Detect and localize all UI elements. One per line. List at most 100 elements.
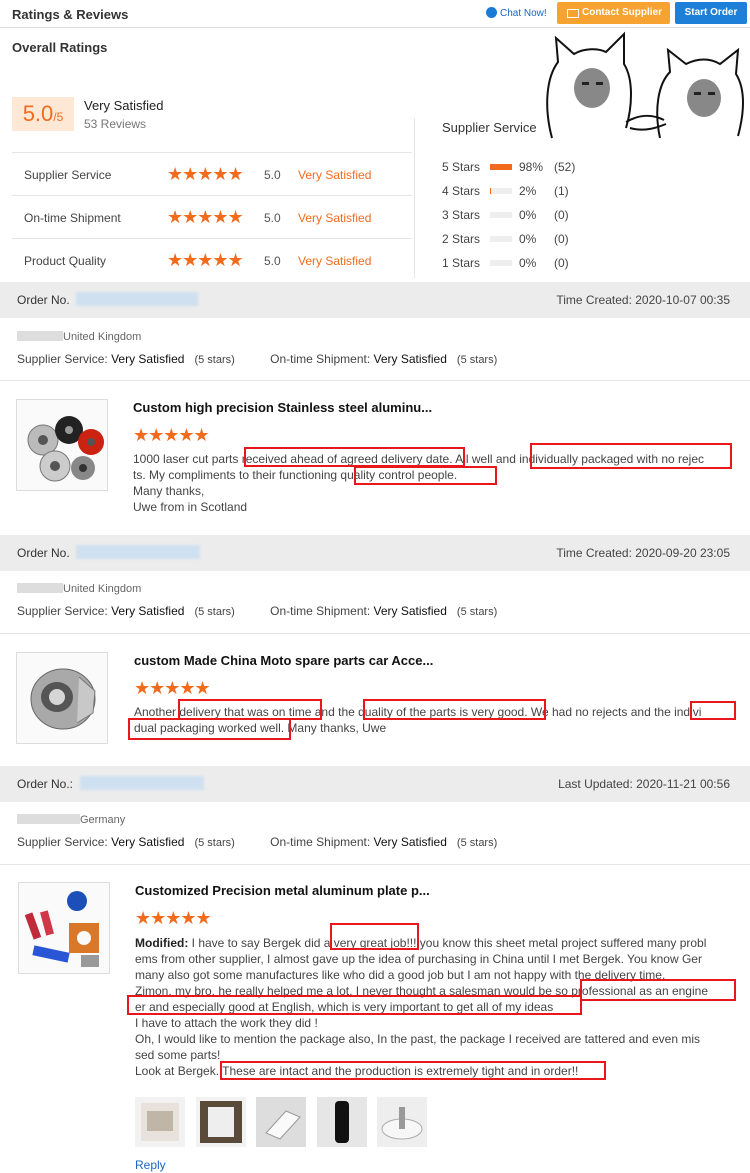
dist-count: (0) bbox=[554, 208, 569, 222]
product-image[interactable] bbox=[18, 882, 110, 974]
contact-supplier-label: Contact Supplier bbox=[581, 7, 662, 18]
supplier-service-value: Very Satisfied bbox=[111, 835, 185, 849]
start-order-button[interactable]: Start Order bbox=[675, 2, 747, 24]
supplier-service-value: Very Satisfied bbox=[111, 604, 185, 618]
dist-count: (0) bbox=[554, 232, 569, 246]
score-max: /5 bbox=[53, 110, 64, 124]
redacted-name bbox=[17, 583, 63, 593]
distribution-row-3[interactable]: 3 Stars 0% (0) bbox=[442, 208, 642, 232]
dist-label: 1 Stars bbox=[442, 256, 481, 270]
dist-count: (52) bbox=[554, 160, 576, 174]
dist-label: 3 Stars bbox=[442, 208, 481, 222]
score-value: 5.0 bbox=[22, 101, 54, 126]
product-title-link[interactable]: custom Made China Moto spare parts car A… bbox=[134, 653, 433, 668]
rating-text: Very Satisfied bbox=[298, 168, 372, 182]
photo-icon bbox=[377, 1097, 427, 1147]
star-distribution: 5 Stars 98% (52) 4 Stars 2% (1) 3 Stars 0% (0)… bbox=[442, 160, 642, 280]
review-text-first-line: I have to say Bergek did a very great jo… bbox=[188, 936, 707, 950]
distribution-row-2[interactable]: 2 Stars 0% (0) bbox=[442, 232, 642, 256]
rating-value: 5.0 bbox=[264, 168, 281, 182]
product-title-link[interactable]: Custom high precision Stainless steel al… bbox=[133, 400, 432, 415]
highlight-box bbox=[363, 699, 546, 720]
dist-percent: 0% bbox=[519, 256, 537, 270]
shipment-stars: (5 stars) bbox=[456, 354, 498, 366]
order-number-label: Order No. bbox=[17, 293, 70, 307]
dist-bar bbox=[490, 188, 512, 194]
rating-label: On-time Shipment bbox=[24, 211, 121, 225]
dist-percent: 0% bbox=[519, 232, 537, 246]
highlight-box bbox=[244, 447, 465, 467]
review-scores: Supplier Service: Very Satisfied (5 star… bbox=[17, 352, 497, 366]
dist-count: (0) bbox=[554, 256, 569, 270]
product-image[interactable] bbox=[16, 399, 108, 491]
review-photo-thumbnail[interactable] bbox=[196, 1097, 246, 1147]
shipment-value: Very Satisfied bbox=[373, 352, 447, 366]
review-scores: Supplier Service: Very Satisfied (5 star… bbox=[17, 604, 497, 618]
wheels-picture bbox=[27, 416, 104, 482]
photo-icon bbox=[256, 1097, 306, 1147]
review-photo-thumbnail[interactable] bbox=[377, 1097, 427, 1147]
divider bbox=[0, 633, 750, 634]
order-number-label: Order No. bbox=[17, 546, 70, 560]
review-text-rest: ems from other supplier, I almost gave u… bbox=[135, 952, 708, 1078]
order-bar: Order No.: Last Updated: 2020-11-21 00:5… bbox=[0, 766, 750, 802]
product-title-link[interactable]: Customized Precision metal aluminum plat… bbox=[135, 883, 430, 898]
reviewer-country: United Kingdom bbox=[17, 331, 141, 343]
dist-bar bbox=[490, 260, 512, 266]
country-name: United Kingdom bbox=[63, 583, 142, 595]
redacted-order-number bbox=[76, 545, 200, 559]
rating-text: Very Satisfied bbox=[298, 254, 372, 268]
supplier-service-stars: (5 stars) bbox=[194, 837, 235, 849]
star-rating: ★★★★★ bbox=[167, 250, 244, 270]
shipment-label: On-time Shipment: bbox=[270, 835, 371, 849]
country-name: Germany bbox=[80, 814, 126, 826]
rating-value: 5.0 bbox=[264, 211, 281, 225]
modified-label: Modified: bbox=[135, 936, 189, 950]
shipment-value: Very Satisfied bbox=[373, 835, 447, 849]
highlight-box bbox=[354, 466, 497, 485]
handshake-meme-image bbox=[546, 31, 744, 139]
mail-icon bbox=[567, 9, 579, 18]
dist-percent: 2% bbox=[519, 184, 537, 198]
divider bbox=[414, 118, 415, 278]
rating-row-on-time-shipment: On-time Shipment ★★★★★ 5.0 Very Satisfie… bbox=[12, 196, 412, 239]
rating-label: Product Quality bbox=[24, 254, 107, 268]
aluminum-plates-picture bbox=[24, 891, 99, 967]
product-image[interactable] bbox=[16, 652, 108, 744]
shipment-stars: (5 stars) bbox=[456, 837, 498, 849]
reply-link[interactable]: Reply bbox=[135, 1158, 166, 1172]
review-photo-thumbnail[interactable] bbox=[135, 1097, 185, 1147]
supplier-service-stars: (5 stars) bbox=[194, 606, 235, 618]
highlight-box bbox=[128, 718, 291, 740]
photo-icon bbox=[200, 1101, 242, 1143]
rating-text: Very Satisfied bbox=[298, 211, 372, 225]
time-created: Time Created: 2020-09-20 23:05 bbox=[556, 546, 730, 560]
review-photo-thumbnail[interactable] bbox=[256, 1097, 306, 1147]
review-star-rating: ★★★★★ bbox=[135, 908, 212, 928]
dist-label: 4 Stars bbox=[442, 184, 481, 198]
highlight-box bbox=[690, 701, 736, 720]
supplier-service-label: Supplier Service: bbox=[17, 835, 108, 849]
chat-now-link[interactable]: Chat Now! bbox=[486, 7, 547, 19]
redacted-order-number bbox=[80, 776, 204, 790]
divider bbox=[0, 380, 750, 381]
reviewer-country: United Kingdom bbox=[17, 583, 141, 595]
rating-rows: Supplier Service ★★★★★ 5.0 Very Satisfie… bbox=[12, 152, 412, 282]
contact-supplier-button[interactable]: Contact Supplier bbox=[557, 2, 670, 24]
review-photo-thumbnail[interactable] bbox=[317, 1097, 367, 1147]
highlight-box bbox=[580, 979, 736, 1001]
distribution-row-4[interactable]: 4 Stars 2% (1) bbox=[442, 184, 642, 208]
review-scores: Supplier Service: Very Satisfied (5 star… bbox=[17, 835, 497, 849]
divider bbox=[0, 864, 750, 865]
dist-bar bbox=[490, 164, 512, 170]
distribution-row-1[interactable]: 1 Stars 0% (0) bbox=[442, 256, 642, 280]
distribution-row-5[interactable]: 5 Stars 98% (52) bbox=[442, 160, 642, 184]
review-star-rating: ★★★★★ bbox=[134, 678, 211, 698]
chat-icon bbox=[486, 7, 497, 18]
shipment-stars: (5 stars) bbox=[456, 606, 498, 618]
highlight-box bbox=[330, 923, 419, 950]
overall-score: 5.0/5 bbox=[12, 97, 74, 131]
star-rating: ★★★★★ bbox=[167, 207, 244, 227]
rating-row-product-quality: Product Quality ★★★★★ 5.0 Very Satisfied bbox=[12, 239, 412, 282]
redacted-name bbox=[17, 331, 63, 341]
